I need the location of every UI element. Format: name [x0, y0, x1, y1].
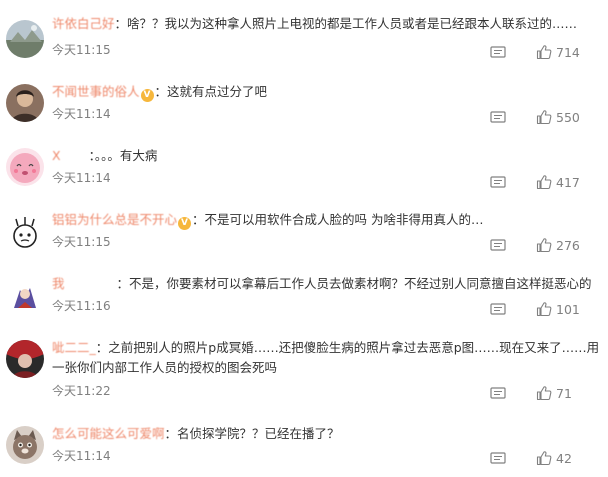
reply-icon[interactable] — [490, 451, 506, 465]
person-avatar-icon[interactable] — [6, 84, 44, 122]
thumbs-up-icon[interactable] — [536, 301, 552, 317]
thumbs-up-icon[interactable] — [536, 385, 552, 401]
comment-item: 呲二二_：之前把别人的照片p成冥婚……还把傻脸生病的照片拿过去恶意p图……现在又… — [0, 338, 608, 410]
reply-icon[interactable] — [490, 175, 506, 189]
comment-time: 今天11:16 — [52, 299, 111, 313]
comment-time: 今天11:15 — [52, 235, 111, 249]
reply-icon[interactable] — [490, 386, 506, 400]
comment-body: 怎么可能这么可爱啊：名侦探学院？？已经在播了？ — [52, 424, 602, 444]
comment-actions: 101 — [490, 301, 600, 319]
comment-time: 今天11:15 — [52, 43, 111, 57]
anime-avatar-icon[interactable] — [6, 278, 44, 316]
thumbs-up-icon[interactable] — [536, 237, 552, 253]
comment-text: ：之前把别人的照片p成冥婚……还把傻脸生病的照片拿过去恶意p图……现在又来了……… — [52, 340, 600, 375]
reply-icon[interactable] — [490, 238, 506, 252]
comment-item: 许依白己好：啥？？我以为这种拿人照片上电视的都是工作人员或者是已经跟本人联系过的… — [0, 14, 608, 72]
reply-icon[interactable] — [490, 45, 506, 59]
comment-time: 今天11:14 — [52, 171, 111, 185]
comment-time: 今天11:22 — [52, 384, 111, 398]
reply-icon[interactable] — [490, 110, 506, 124]
comment-item: 我：不是，你要素材可以拿幕后工作人员去做素材啊？不经过别人同意擅自这样挺恶心的 … — [0, 274, 608, 332]
username-link[interactable]: 铝铝为什么总是不开心 — [52, 212, 177, 227]
username-link[interactable]: 许依白己好 — [52, 16, 115, 31]
comment-text: ：不是可以用软件合成人脸的吗 为啥非得用真人的… — [192, 212, 484, 227]
comment-time: 今天11:14 — [52, 107, 111, 121]
comment-list: 许依白己好：啥？？我以为这种拿人照片上电视的都是工作人员或者是已经跟本人联系过的… — [0, 0, 608, 477]
username-link[interactable]: 我 — [52, 276, 65, 291]
comment-text: ：这就有点过分了吧 — [154, 84, 268, 99]
like-count: 101 — [556, 302, 580, 317]
comment-actions: 71 — [490, 385, 600, 403]
like-count: 417 — [556, 175, 580, 190]
thumbs-up-icon[interactable] — [536, 450, 552, 466]
landscape-avatar-icon[interactable] — [6, 20, 44, 58]
comment-body: 不闻世事的俗人 V ：这就有点过分了吧 — [52, 82, 602, 102]
comment-item: 怎么可能这么可爱啊：名侦探学院？？已经在播了？ 今天11:14 42 — [0, 424, 608, 476]
comment-actions: 42 — [490, 450, 600, 468]
username-link[interactable]: X — [52, 148, 61, 163]
red-person-avatar-icon[interactable] — [6, 340, 44, 378]
cartoon-avatar-icon[interactable] — [6, 214, 44, 252]
thumbs-up-icon[interactable] — [536, 44, 552, 60]
comment-actions: 714 — [490, 44, 600, 62]
like-count: 42 — [556, 451, 572, 466]
vip-badge-icon: V — [178, 217, 192, 230]
comment-body: 呲二二_：之前把别人的照片p成冥婚……还把傻脸生病的照片拿过去恶意p图……现在又… — [52, 338, 602, 378]
pink-face-avatar-icon[interactable] — [6, 148, 44, 186]
comment-item: X ：。。。有大病 今天11:14 417 — [0, 146, 608, 204]
comment-body: 铝铝为什么总是不开心 V ：不是可以用软件合成人脸的吗 为啥非得用真人的… — [52, 210, 602, 230]
comment-item: 不闻世事的俗人 V ：这就有点过分了吧 今天11:14 550 — [0, 82, 608, 140]
comment-actions: 276 — [490, 237, 600, 255]
thumbs-up-icon[interactable] — [536, 174, 552, 190]
vip-badge-icon: V — [140, 89, 154, 102]
comment-actions: 417 — [490, 174, 600, 192]
comment-text: ：。。。有大病 — [88, 148, 158, 163]
like-count: 714 — [556, 45, 580, 60]
comment-text: ：名侦探学院？？已经在播了？ — [164, 426, 340, 441]
comment-body: 我 ：不是，你要素材可以拿幕后工作人员去做素材啊？不经过别人同意擅自这样挺恶心的 — [52, 274, 602, 294]
like-count: 276 — [556, 238, 580, 253]
cat-avatar-icon[interactable] — [6, 426, 44, 464]
comment-text: ：啥？？我以为这种拿人照片上电视的都是工作人员或者是已经跟本人联系过的…… — [114, 16, 578, 31]
reply-icon[interactable] — [490, 302, 506, 316]
username-link[interactable]: 呲二二_ — [52, 340, 96, 355]
username-link[interactable]: 不闻世事的俗人 — [52, 84, 140, 99]
comment-text: ：不是，你要素材可以拿幕后工作人员去做素材啊？不经过别人同意擅自这样挺恶心的 — [116, 276, 592, 291]
comment-body: X ：。。。有大病 — [52, 146, 602, 166]
username-link[interactable]: 怎么可能这么可爱啊 — [52, 426, 165, 441]
like-count: 550 — [556, 110, 580, 125]
comment-actions: 550 — [490, 109, 600, 127]
comment-item: 铝铝为什么总是不开心 V ：不是可以用软件合成人脸的吗 为啥非得用真人的… 今天11… — [0, 210, 608, 268]
like-count: 71 — [556, 386, 572, 401]
thumbs-up-icon[interactable] — [536, 109, 552, 125]
comment-body: 许依白己好：啥？？我以为这种拿人照片上电视的都是工作人员或者是已经跟本人联系过的… — [52, 14, 602, 34]
comment-time: 今天11:14 — [52, 449, 111, 463]
